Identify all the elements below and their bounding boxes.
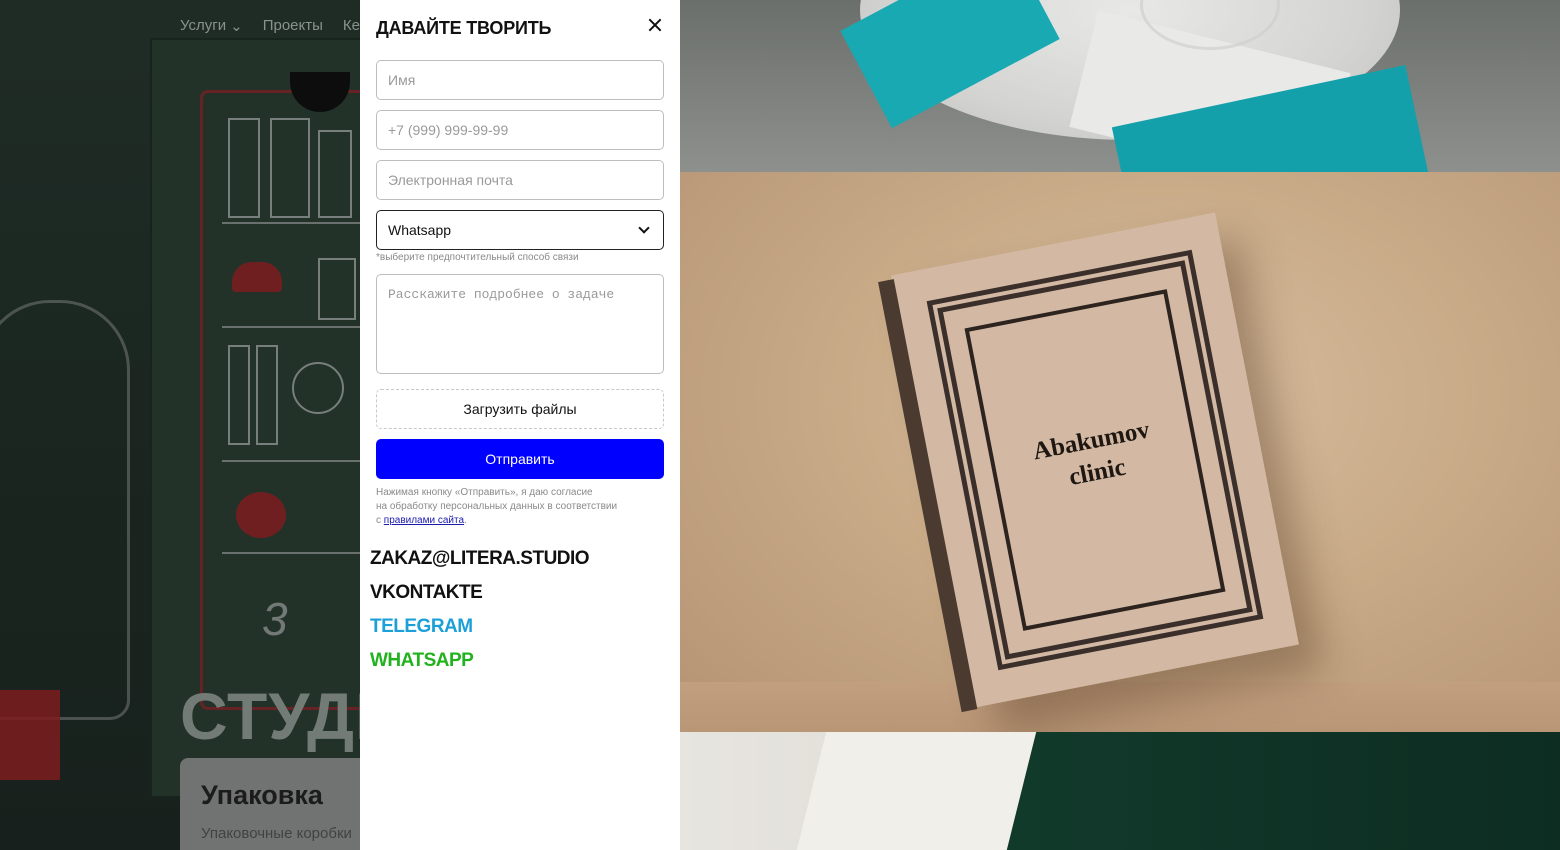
message-textarea[interactable] (376, 274, 664, 374)
whatsapp-link[interactable]: WHATSAPP (370, 650, 474, 672)
chevron-down-icon (638, 222, 650, 234)
form-title: ДАВАЙТЕ ТВОРИТЬ (376, 18, 552, 38)
contact-method-value: Whatsapp (388, 222, 452, 238)
overlay-dim (0, 0, 360, 850)
contact-form-panel: ДАВАЙТЕ ТВОРИТЬ Whatsapp *выберите предп… (360, 0, 680, 850)
vkontakte-link[interactable]: VKONTAKTE (370, 582, 483, 604)
book-cover: Abakumov clinic (878, 212, 1299, 713)
telegram-link[interactable]: TELEGRAM (370, 616, 473, 638)
phone-input[interactable] (376, 110, 664, 150)
contact-method-select[interactable]: Whatsapp (376, 210, 664, 250)
upload-files-button[interactable]: Загрузить файлы (376, 389, 664, 429)
photo-ledge (680, 682, 1560, 732)
submit-button[interactable]: Отправить (376, 439, 664, 479)
consent-prefix: с (376, 515, 384, 526)
close-icon[interactable] (644, 14, 666, 36)
consent-line: Нажимая кнопку «Отправить», я даю соглас… (376, 487, 593, 498)
consent-text: Нажимая кнопку «Отправить», я даю соглас… (376, 486, 664, 528)
email-input[interactable] (376, 160, 664, 200)
site-rules-link[interactable]: правилами сайта (384, 515, 464, 526)
gallery-photo-menu-cards (680, 0, 1560, 172)
email-link[interactable]: ZAKAZ@LITERA.STUDIO (370, 548, 590, 570)
name-input[interactable] (376, 60, 664, 100)
background-page: 3 Услуги ⌄ Проекты Кей СТУДИ Упаковка Уп… (0, 0, 360, 850)
project-gallery: Abakumov clinic (680, 0, 1560, 850)
consent-line: на обработку персональных данных в соотв… (376, 501, 618, 512)
gallery-photo-green (680, 732, 1560, 850)
contact-method-hint: *выберите предпочтительный способ связи (376, 252, 579, 263)
consent-line: с правилами сайта. (376, 514, 664, 528)
photo-paper (793, 732, 1037, 850)
consent-suffix: . (464, 515, 467, 526)
gallery-photo-book: Abakumov clinic (680, 172, 1560, 732)
